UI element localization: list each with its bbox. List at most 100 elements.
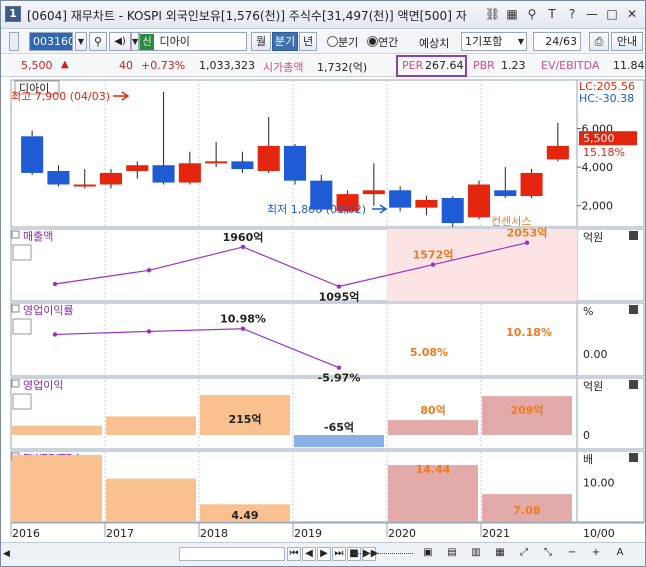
profit-data-label: 215억 [228,413,261,426]
info-row: 5,500 ▲ 40 +0.73% 1,033,323 시가총액 1,732(억… [1,55,645,77]
ev-data-label: 14.44 [416,463,451,476]
help-icon[interactable]: ? [565,6,579,22]
sales-label: 매출액 [23,230,53,243]
high-annotation: 최고 7,900 (04/03) [11,90,110,103]
view-button-0[interactable]: ▣ [421,547,435,561]
sales-close-icon[interactable] [629,231,638,240]
margin-toggle-icon[interactable] [11,304,20,313]
scroll-track[interactable] [179,547,285,561]
view-button-8[interactable]: A [613,547,627,561]
margin-unit: % [583,305,593,318]
tab-quarter[interactable]: 분기 [272,32,298,51]
ev-data-label: 7.08 [513,504,540,517]
stock-name-box[interactable]: 신 디아이 [139,32,247,51]
scroll-left-icon[interactable]: ◀ [3,549,13,559]
pbr-label: PBR [473,59,495,72]
candle-body [231,161,254,170]
low-arrow-icon [372,204,388,214]
print-icon[interactable]: ⎙ [589,32,609,51]
candle-body [73,184,96,187]
margin-point [336,365,342,370]
sales-point [524,240,530,245]
x-tick-label: 2018 [200,527,228,540]
margin-chart-type-icon[interactable] [12,318,32,335]
estimate-select[interactable]: 1기포함 ▼ [461,32,527,51]
profit-bar [106,416,196,435]
current-price: 5,500 [21,59,53,72]
x-tick-label: 2017 [106,527,134,540]
price-change-pct: +0.73% [141,59,186,72]
link-icon[interactable]: ⛓ [485,6,500,22]
grid-icon[interactable]: ▦ [505,6,519,22]
sales-chart-type-icon[interactable] [12,244,32,261]
nav-button-2[interactable]: ▶ [317,547,331,561]
profit-close-icon[interactable] [629,380,638,389]
chart-window: 1 [0604] 재무차트 - KOSPI 외국인보유[1,576(천)] 주식… [0,0,646,567]
view-button-2[interactable]: ▥ [469,547,483,561]
ticker-handle[interactable] [9,32,19,51]
nav-button-3[interactable]: ⏭ [332,547,346,561]
price-tick-label: 2,000 [582,200,614,213]
profit-data-label: 80억 [420,404,445,417]
minimize-icon[interactable]: — [585,6,599,22]
maximize-icon[interactable]: □ [605,6,619,22]
market-cap-label: 시가총액 [263,61,304,74]
view-button-6[interactable]: − [565,547,579,561]
close-icon[interactable]: ✕ [625,6,639,22]
radio-annual-circle[interactable] [367,36,378,47]
ev-ebitda-label: EV/EBITDA [541,59,600,72]
sales-data-label: 2053억 [507,227,548,240]
view-button-3[interactable]: ▦ [493,547,507,561]
sales-data-label: 1960억 [223,231,264,244]
profit-label: 영업이익 [23,379,63,392]
view-button-5[interactable]: ⤡ [541,547,555,561]
ev-close-icon[interactable] [629,453,638,462]
nav-button-0[interactable]: ⏮ [287,547,301,561]
x-tick-label: 2020 [388,527,416,540]
speaker-icon[interactable]: ◀) [109,32,131,51]
candle-body [415,199,438,208]
speaker-dropdown-icon[interactable]: ▼ [131,32,139,51]
margin-zero-tick: 0.00 [583,348,608,361]
nav-button-1[interactable]: ◀ [302,547,316,561]
search-icon[interactable]: ⚲ [89,32,107,51]
candle-body [441,198,464,224]
margin-close-icon[interactable] [629,305,638,314]
candle-body [520,172,543,197]
view-button-7[interactable]: + [589,547,603,561]
margin-data-label: 10.98% [220,313,266,326]
profit-data-label: 209억 [510,404,543,417]
window-title: [0604] 재무차트 - KOSPI 외국인보유[1,576(천)] 주식수[… [27,9,467,23]
candle-body [205,161,228,164]
candle-body [494,190,517,197]
candle-body [257,145,280,171]
sales-point [240,244,246,250]
guide-button[interactable]: 안내 [611,32,643,51]
price-change: 40 [119,59,133,72]
x-tick-label: 2019 [294,527,322,540]
sales-point [52,281,58,287]
profit-zero-tick: 0 [583,429,590,442]
radio-quarter-circle[interactable] [327,36,338,47]
estimate-dropdown-icon[interactable]: ▼ [518,33,524,50]
margin-point [146,329,152,334]
bottom-bar: ◀ ⏮ ◀ ▶ ⏭ ■ ▶▶ ▣ ▤ ▥ ▦ ⤢ ⤡ − + A [1,542,645,566]
candle-body [283,145,307,181]
view-button-1[interactable]: ▤ [445,547,459,561]
tab-year[interactable]: 년 [299,32,317,51]
zoom-slider[interactable] [353,553,413,556]
profit-toggle-icon[interactable] [11,379,20,388]
candle-body [47,171,70,185]
sales-toggle-icon[interactable] [11,230,20,239]
view-button-4[interactable]: ⤢ [517,547,531,561]
radio-annual[interactable]: 연간 [367,34,398,50]
stock-code-input[interactable]: 003160 [29,32,73,51]
page-counter: 24/63 [533,32,581,51]
profit-chart-type-icon[interactable] [12,393,32,410]
pin-icon[interactable]: ⚲ [525,6,539,22]
code-dropdown-icon[interactable]: ▼ [75,32,87,51]
radio-quarter[interactable]: 분기 [327,34,358,50]
font-icon[interactable]: T [545,6,559,22]
margin-label: 영업이익률 [23,304,74,317]
tab-month[interactable]: 월 [251,32,271,51]
